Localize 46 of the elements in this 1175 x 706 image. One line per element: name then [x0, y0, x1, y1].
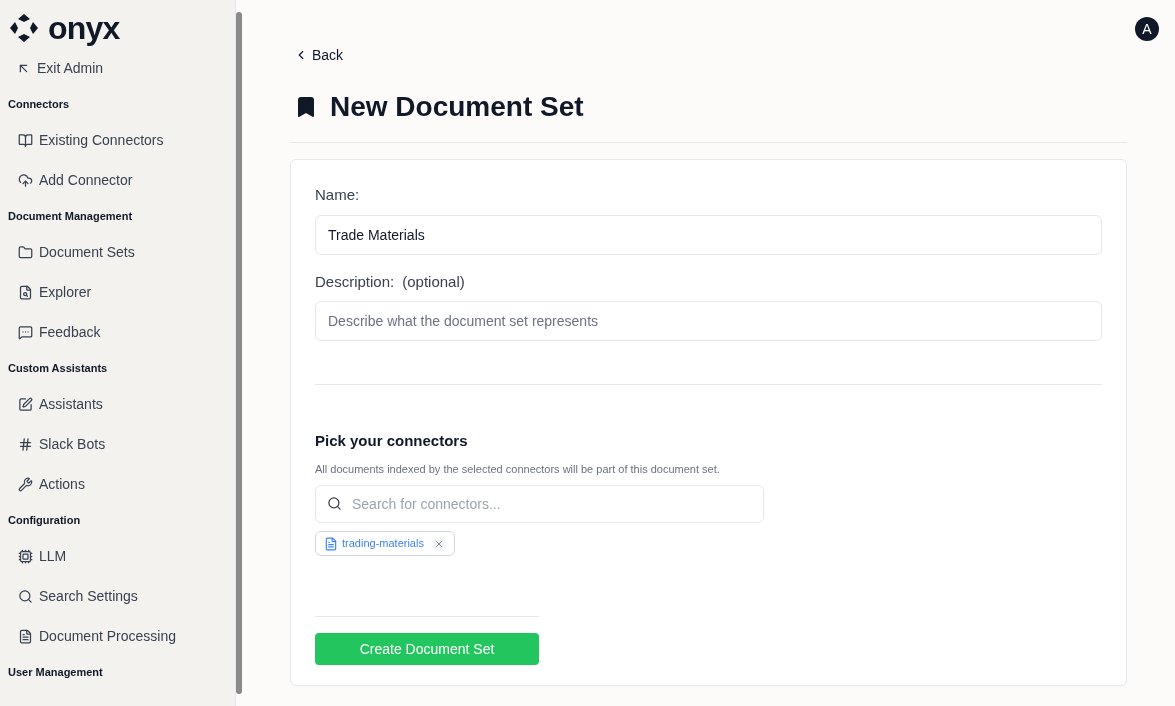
sidebar-section-title: Custom Assistants: [8, 360, 109, 376]
logo-text: onyx: [48, 12, 120, 44]
connector-chip[interactable]: trading-materials: [315, 531, 455, 556]
optional-label: (optional): [402, 271, 465, 292]
document-icon: [324, 536, 338, 551]
sidebar-item[interactable]: Document Sets: [8, 232, 235, 272]
document-icon: [18, 628, 33, 644]
hint-text: All documents indexed by the selected connectors will be part of this document set.: [315, 461, 721, 477]
sidebar-item[interactable]: Document Processing: [8, 616, 235, 656]
sidebar-item[interactable]: Exit Admin: [8, 48, 235, 88]
sidebar-item[interactable]: Existing Connectors: [8, 120, 235, 160]
search-icon: [18, 588, 33, 604]
chip-icon: [18, 548, 33, 564]
search-icon: [327, 496, 342, 511]
user-avatar[interactable]: A: [1135, 17, 1159, 41]
remove-icon[interactable]: [431, 536, 446, 551]
folder-icon: [18, 244, 33, 260]
page-title: New Document Set: [330, 90, 584, 124]
logo-icon: [8, 12, 40, 44]
chip-label: trading-materials: [342, 536, 424, 552]
sidebar-section-title: User Management: [8, 664, 104, 680]
sidebar-item[interactable]: Explorer: [8, 272, 235, 312]
connector-search-field[interactable]: Search for connectors...: [315, 485, 764, 523]
sidebar-item[interactable]: LLM: [8, 536, 235, 576]
description-input-field[interactable]: Describe what the document set represents: [315, 301, 1102, 341]
sidebar-section-title: Configuration: [8, 512, 82, 528]
section-title: Pick your connectors: [315, 431, 469, 451]
field-label: Description:: [315, 271, 395, 292]
sidebar-item[interactable]: Actions: [8, 464, 235, 504]
wrench-icon: [18, 476, 33, 492]
chat-bubble-icon: [18, 324, 33, 340]
sidebar-item[interactable]: Feedback: [8, 312, 235, 352]
file-search-icon: [18, 284, 33, 300]
sidebar-item[interactable]: Add Connector: [8, 160, 235, 200]
cloud-upload-icon: [18, 172, 33, 188]
sidebar-item[interactable]: Assistants: [8, 384, 235, 424]
sidebar-section-title: Document Management: [8, 208, 134, 224]
hash-icon: [18, 436, 33, 452]
square-pen-icon: [18, 396, 33, 412]
sidebar-section-title: Connectors: [8, 96, 71, 112]
back-link[interactable]: Back: [294, 44, 1127, 66]
book-icon: [18, 132, 33, 148]
field-label: Name:: [315, 185, 361, 205]
sidebar-item[interactable]: Search Settings: [8, 576, 235, 616]
sidebar-item[interactable]: Slack Bots: [8, 424, 235, 464]
name-input-field[interactable]: Trade Materials: [315, 214, 1102, 255]
